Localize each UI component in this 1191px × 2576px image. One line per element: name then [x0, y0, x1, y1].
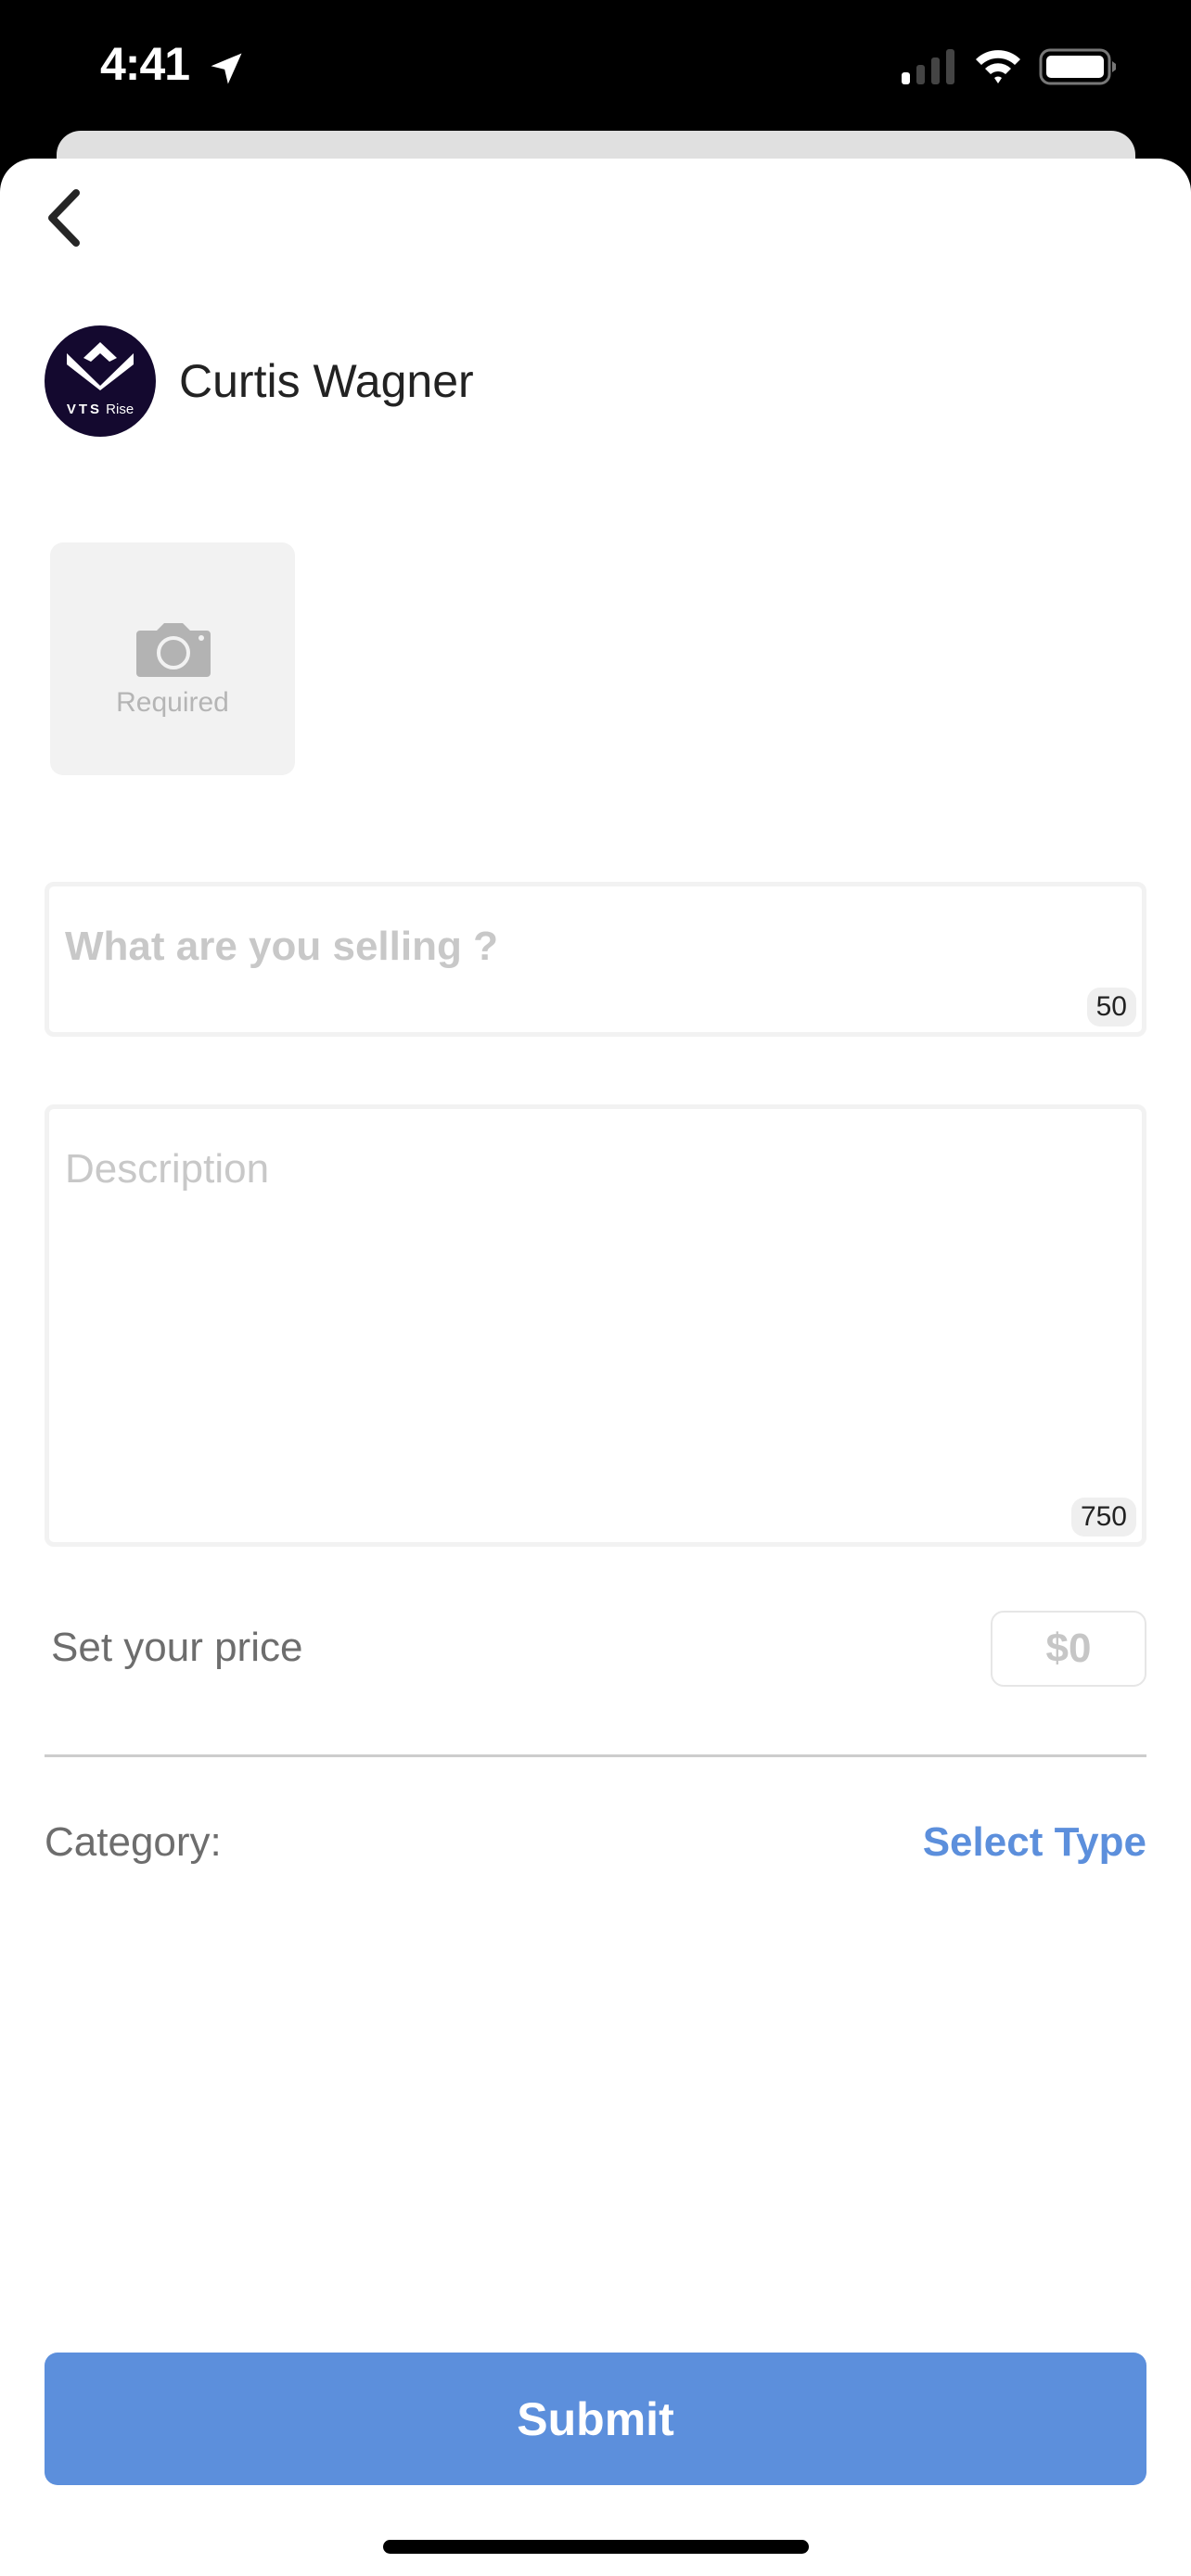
location-arrow-icon	[211, 53, 242, 84]
back-button[interactable]	[37, 185, 93, 250]
category-label: Category:	[45, 1819, 222, 1865]
battery-icon	[1039, 48, 1116, 85]
title-char-counter: 50	[1086, 988, 1136, 1027]
seller-name: Curtis Wagner	[179, 355, 474, 407]
title-placeholder: What are you selling ?	[65, 924, 498, 969]
price-label: Set your price	[51, 1625, 303, 1670]
status-time: 4:41	[100, 38, 190, 90]
photo-required-label: Required	[116, 687, 229, 718]
description-input[interactable]: Description 750	[45, 1104, 1146, 1547]
select-category-link[interactable]: Select Type	[923, 1819, 1146, 1866]
submit-button[interactable]: Submit	[45, 2353, 1146, 2485]
avatar-brand-light: Rise	[106, 402, 134, 417]
chevron-left-icon	[48, 189, 80, 247]
title-input[interactable]: What are you selling ? 50	[45, 882, 1146, 1037]
camera-icon	[136, 623, 211, 677]
seller-profile: VTS Rise Curtis Wagner	[45, 325, 474, 437]
description-char-counter: 750	[1070, 1498, 1136, 1537]
avatar: VTS Rise	[45, 325, 156, 437]
wifi-icon	[976, 50, 1020, 83]
vts-rise-logo-icon	[67, 342, 134, 390]
home-indicator	[383, 2540, 809, 2554]
description-placeholder: Description	[65, 1146, 270, 1192]
avatar-brand: VTS Rise	[45, 402, 156, 417]
divider	[45, 1754, 1146, 1757]
price-input[interactable]: $0	[991, 1611, 1146, 1687]
photo-upload-button[interactable]: Required	[50, 542, 295, 775]
avatar-brand-bold: VTS	[66, 402, 102, 417]
signal-icon	[902, 49, 954, 84]
status-bar: 4:41	[0, 0, 1191, 130]
